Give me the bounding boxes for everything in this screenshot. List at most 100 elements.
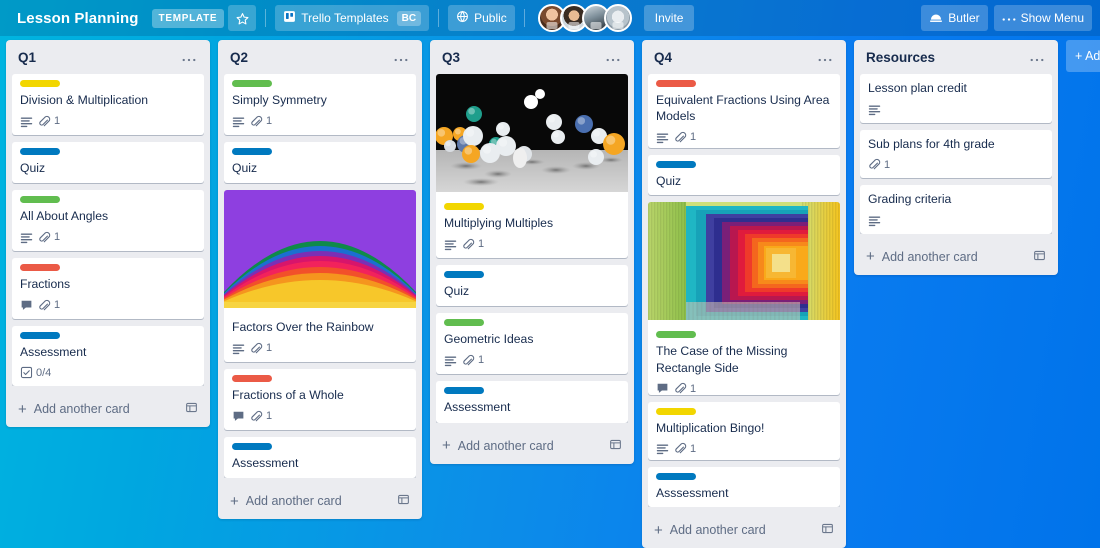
card-label-yellow[interactable] [444, 203, 484, 211]
card[interactable]: Assessment 0/4 [12, 325, 204, 387]
list-menu-icon[interactable] [178, 52, 200, 64]
card[interactable]: Equivalent Fractions Using Area Models 1 [648, 73, 840, 148]
header-right-actions: Butler Show Menu [921, 5, 1092, 31]
workspace-name: Trello Templates [301, 11, 389, 25]
card-cover-image [436, 74, 628, 197]
visibility-button[interactable]: Public [448, 5, 515, 31]
card-label-blue[interactable] [20, 147, 60, 155]
globe-icon [456, 10, 469, 26]
add-card-label: Add another card [33, 402, 130, 417]
description-badge [868, 214, 881, 227]
card[interactable]: Quiz [436, 264, 628, 307]
card[interactable]: Asssessment [648, 466, 840, 507]
card-label-blue[interactable] [444, 386, 484, 394]
attachment-badge: 1 [868, 158, 890, 171]
add-another-card-button[interactable]: + Add another card [10, 393, 206, 423]
card[interactable]: The Case of the Missing Rectangle Side 1 [648, 201, 840, 395]
list-menu-icon[interactable] [814, 52, 836, 64]
card-label-blue[interactable] [656, 472, 696, 480]
list-title[interactable]: Q1 [18, 50, 178, 66]
add-another-card-button[interactable]: + Add another card [222, 485, 418, 515]
card[interactable]: Multiplication Bingo! 1 [648, 401, 840, 460]
butler-label: Butler [948, 11, 980, 25]
card[interactable]: Geometric Ideas 1 [436, 313, 628, 374]
card-template-icon[interactable] [1033, 249, 1046, 265]
card-title: Sub plans for 4th grade [868, 136, 995, 151]
card[interactable]: Assessment [436, 380, 628, 423]
butler-button[interactable]: Butler [921, 5, 988, 31]
card[interactable]: Simply Symmetry 1 [224, 74, 416, 135]
attachment-count: 1 [690, 131, 697, 144]
card-template-icon[interactable] [609, 438, 622, 454]
card-template-icon[interactable] [397, 493, 410, 509]
card-badges: 1 [656, 131, 832, 144]
card-label-yellow[interactable] [656, 407, 696, 415]
card-label-green[interactable] [20, 196, 60, 204]
member-avatar-4[interactable] [603, 4, 632, 32]
list-menu-icon[interactable] [390, 52, 412, 64]
card-label-blue[interactable] [444, 270, 484, 278]
card-label-red[interactable] [656, 79, 696, 87]
card-title: The Case of the Missing Rectangle Side [656, 343, 788, 375]
card-badges: 0/4 [20, 366, 196, 379]
invite-button[interactable]: Invite [643, 5, 695, 31]
card[interactable]: Multiplying Multiples 1 [436, 74, 628, 258]
card[interactable]: Fractions of a Whole 1 [224, 368, 416, 430]
card-label-green[interactable] [656, 330, 696, 338]
list-title[interactable]: Q3 [442, 50, 602, 66]
card[interactable]: Division & Multiplication 1 [12, 74, 204, 135]
card-title: Asssessment [656, 485, 729, 500]
card-label-yellow[interactable] [20, 80, 60, 88]
list-menu-icon[interactable] [1026, 52, 1048, 64]
attachment-badge: 1 [250, 410, 272, 423]
card-list: Division & Multiplication 1 Quiz All About… [10, 74, 206, 387]
list-title[interactable]: Resources [866, 50, 1026, 66]
card[interactable]: Grading criteria [860, 185, 1052, 234]
card[interactable]: All About Angles 1 [12, 190, 204, 251]
card-label-blue[interactable] [232, 147, 272, 155]
card[interactable]: Quiz [648, 154, 840, 195]
list-menu-icon[interactable] [602, 52, 624, 64]
attachment-count: 1 [478, 354, 485, 367]
show-menu-button[interactable]: Show Menu [993, 5, 1092, 31]
attachment-badge: 1 [674, 442, 696, 455]
description-icon [444, 354, 457, 367]
card[interactable]: Factors Over the Rainbow 1 [224, 190, 416, 362]
attachment-count: 1 [54, 231, 61, 244]
description-icon [232, 342, 245, 355]
page-title[interactable]: Lesson Planning [8, 6, 148, 31]
trello-board-icon [283, 10, 296, 26]
list-title[interactable]: Q4 [654, 50, 814, 66]
card-label-blue[interactable] [232, 442, 272, 450]
card[interactable]: Fractions 1 [12, 257, 204, 319]
add-another-card-button[interactable]: + Add another card [858, 241, 1054, 271]
add-another-card-button[interactable]: + Add another card [434, 430, 630, 460]
add-another-card-button[interactable]: + Add another card [646, 514, 842, 544]
attachment-badge: 1 [462, 238, 484, 251]
workspace-button[interactable]: Trello Templates BC [275, 5, 430, 31]
list-title[interactable]: Q2 [230, 50, 390, 66]
card[interactable]: Quiz [12, 141, 204, 184]
card-badges: 1 [20, 231, 196, 244]
add-another-list-button[interactable]: + Add [1066, 40, 1100, 72]
card-label-green[interactable] [444, 319, 484, 327]
card-template-icon[interactable] [185, 401, 198, 417]
list-q3: Q3 Multiplying Multiples 1 Quiz Geometri… [430, 40, 634, 464]
attachment-count: 1 [884, 158, 891, 171]
card[interactable]: Quiz [224, 141, 416, 184]
card-body: Fractions 1 [12, 258, 204, 319]
star-icon[interactable] [228, 5, 257, 31]
card-badges: 1 [656, 442, 832, 455]
card[interactable]: Assessment [224, 436, 416, 479]
card-label-green[interactable] [232, 80, 272, 88]
card[interactable]: Lesson plan credit [860, 74, 1052, 123]
card-label-blue[interactable] [656, 160, 696, 168]
attachment-icon [250, 115, 263, 128]
card-label-red[interactable] [20, 263, 60, 271]
card-body: Asssessment [648, 467, 840, 507]
card-label-blue[interactable] [20, 331, 60, 339]
card-label-red[interactable] [232, 374, 272, 382]
card[interactable]: Sub plans for 4th grade 1 [860, 129, 1052, 179]
card-body: Equivalent Fractions Using Area Models 1 [648, 74, 840, 148]
card-template-icon[interactable] [821, 522, 834, 538]
